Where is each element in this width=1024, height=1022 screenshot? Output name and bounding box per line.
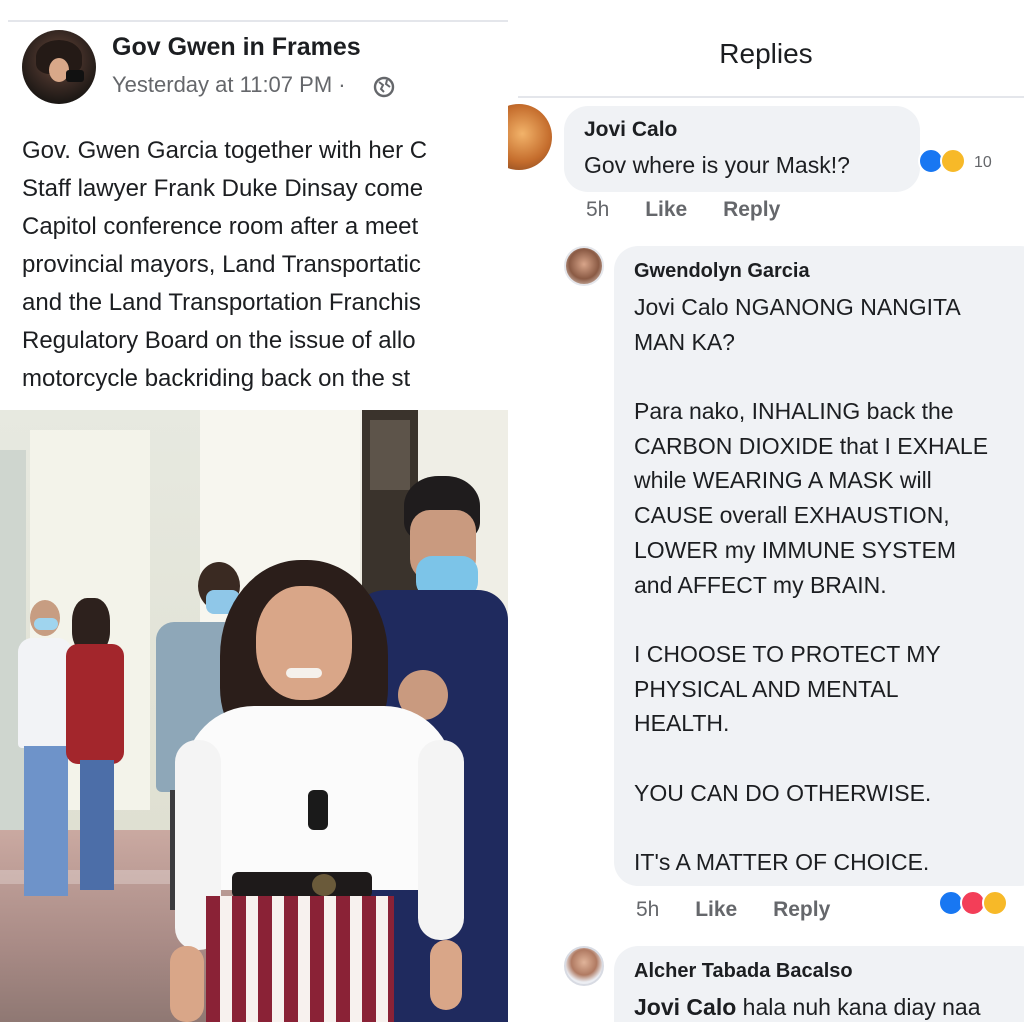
post-text-line: provincial mayors, Land Transportatic bbox=[22, 251, 421, 278]
comment-text-line bbox=[634, 810, 988, 845]
globe-icon bbox=[373, 76, 395, 98]
comment-text-line bbox=[634, 741, 988, 776]
comment-text-line: CARBON DIOXIDE that I EXHALE bbox=[634, 432, 989, 459]
post-text-line: motorcycle backriding back on the st bbox=[22, 365, 411, 392]
post-text-line: Capitol conference room after a meet bbox=[22, 213, 419, 240]
comment-text-line: Para nako, INHALING back the bbox=[634, 398, 954, 425]
post-text-line: Gov. Gwen Garcia together with her C bbox=[22, 137, 428, 164]
post-text-line: and the Land Transportation Franchis bbox=[22, 289, 421, 316]
comment-timestamp[interactable]: 5h bbox=[636, 898, 659, 921]
post-text-line: Staff lawyer Frank Duke Dinsay come bbox=[22, 175, 424, 202]
reaction-count[interactable]: 10 bbox=[974, 154, 992, 172]
comment-author[interactable]: Jovi Calo bbox=[584, 118, 677, 142]
haha-reaction-icon bbox=[982, 890, 1008, 916]
comment-text-line: YOU CAN DO OTHERWISE. bbox=[634, 779, 932, 806]
comment-author[interactable]: Alcher Tabada Bacalso bbox=[634, 960, 853, 983]
comment-text-line: LOWER my IMMUNE SYSTEM bbox=[634, 536, 957, 563]
post-text-line: Regulatory Board on the issue of allo bbox=[22, 327, 416, 354]
comment-text-line: I CHOOSE TO PROTECT MY bbox=[634, 640, 941, 667]
page-avatar[interactable] bbox=[22, 30, 96, 104]
post-text: Gov. Gwen Garcia together with her C Sta… bbox=[22, 132, 508, 398]
comment-text-line: IT's A MATTER OF CHOICE. bbox=[634, 849, 930, 875]
replies-panel: Replies Jovi Calo Gov where is your Mask… bbox=[508, 0, 1024, 1022]
commenter-avatar[interactable] bbox=[564, 246, 604, 286]
like-button[interactable]: Like bbox=[695, 898, 737, 921]
comment-timestamp[interactable]: 5h bbox=[586, 198, 609, 221]
comment-text-line: Jovi Calo NGANONG NANGITA bbox=[634, 294, 961, 320]
comment-actions: 5h Like Reply bbox=[636, 898, 860, 922]
post-timestamp[interactable]: Yesterday at 11:07 PM · bbox=[112, 72, 346, 98]
comment-text-line: while WEARING A MASK will bbox=[634, 467, 932, 494]
comment-text-line bbox=[634, 602, 988, 637]
post-photo[interactable] bbox=[0, 410, 508, 1022]
comment-text-rest: hala nuh kana diay naa bbox=[736, 994, 981, 1020]
comment-mention[interactable]: Jovi Calo bbox=[634, 994, 736, 1020]
comment-actions: 5h Like Reply bbox=[586, 198, 810, 222]
divider bbox=[8, 20, 508, 22]
comment-author[interactable]: Gwendolyn Garcia bbox=[634, 260, 810, 283]
comment-text: Gov where is your Mask!? bbox=[584, 152, 850, 178]
reply-button[interactable]: Reply bbox=[773, 898, 830, 921]
commenter-avatar[interactable] bbox=[564, 946, 604, 986]
comment-text-line: CAUSE overall EXHAUSTION, bbox=[634, 502, 950, 529]
commenter-avatar[interactable] bbox=[508, 104, 552, 170]
comment-text-line: MAN KA? bbox=[634, 328, 735, 355]
replies-heading: Replies bbox=[719, 38, 813, 69]
haha-reaction-icon bbox=[940, 148, 966, 174]
like-button[interactable]: Like bbox=[645, 198, 687, 221]
comment-text-line: and AFFECT my BRAIN. bbox=[634, 571, 887, 598]
comment-text-line bbox=[634, 359, 988, 394]
divider bbox=[518, 96, 1024, 98]
post-panel: Gov Gwen in Frames Yesterday at 11:07 PM… bbox=[0, 0, 508, 1022]
reply-button[interactable]: Reply bbox=[723, 198, 780, 221]
comment-text-line: HEALTH. bbox=[634, 710, 730, 737]
comment-text: Jovi Calo NGANONG NANGITA MAN KA? Para n… bbox=[634, 290, 988, 880]
comment-text: Jovi Calo hala nuh kana diay naa bbox=[634, 994, 981, 1021]
post-author-name[interactable]: Gov Gwen in Frames bbox=[112, 33, 361, 62]
comment-text-line: PHYSICAL AND MENTAL bbox=[634, 675, 899, 702]
